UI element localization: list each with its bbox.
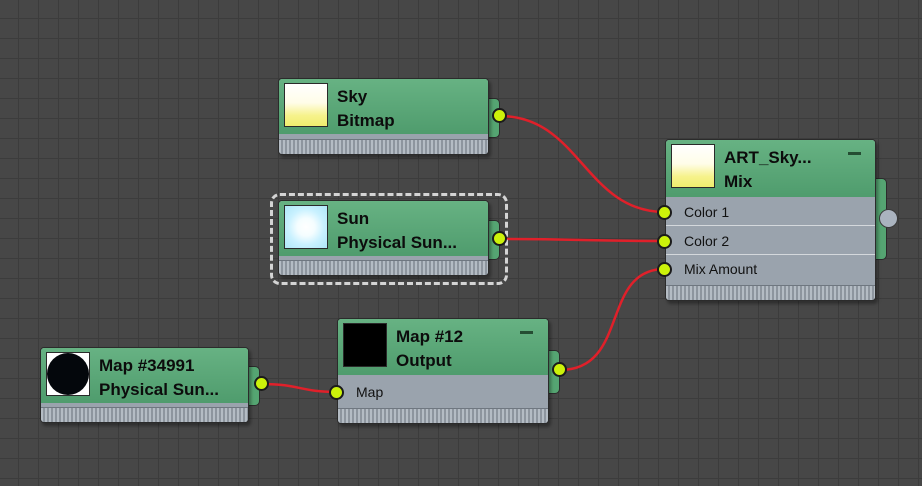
input-label-map: Map: [356, 384, 384, 400]
wire-sun-to-color2: [499, 237, 666, 243]
map12-thumbnail: [343, 323, 387, 367]
map12-node-name: Map #12: [396, 327, 464, 346]
map12-node-type: Output: [396, 351, 452, 370]
map34991-thumbnail: [46, 352, 90, 396]
sky-node-footer: [279, 139, 488, 154]
node-art-sky-mix[interactable]: ART_Sky... Mix Color 1 Color 2 Mix Amoun…: [665, 139, 876, 301]
sky-node-type: Bitmap: [337, 111, 395, 130]
sky-node-name: Sky: [337, 87, 368, 106]
map12-output-port[interactable]: [552, 362, 567, 377]
art-sky-node-name: ART_Sky...: [724, 148, 812, 167]
input-row-mix-amount: Mix Amount: [666, 256, 875, 282]
input-row-color2: Color 2: [666, 228, 875, 255]
input-row-color1: Color 1: [666, 199, 875, 226]
sun-output-port[interactable]: [492, 231, 507, 246]
map34991-output-port[interactable]: [254, 376, 269, 391]
color1-input-port[interactable]: [657, 205, 672, 220]
node-map34991-physical[interactable]: Map #34991 Physical Sun...: [40, 347, 249, 423]
node-map12-output[interactable]: Map #12 Output Map: [337, 318, 549, 424]
map-input-port[interactable]: [329, 385, 344, 400]
art-sky-node-footer: [666, 285, 875, 300]
input-label-color2: Color 2: [684, 233, 730, 249]
minus-icon[interactable]: [848, 152, 861, 155]
input-label-color1: Color 1: [684, 204, 730, 220]
sun-thumbnail: [284, 205, 328, 249]
node-sky-bitmap[interactable]: Sky Bitmap: [278, 78, 489, 155]
map34991-node-name: Map #34991: [99, 356, 195, 375]
input-row-map: Map: [338, 379, 548, 405]
art-sky-thumbnail: [671, 144, 715, 188]
art-sky-output-port[interactable]: [879, 209, 898, 228]
map12-node-footer: [338, 408, 548, 423]
sky-output-port[interactable]: [492, 108, 507, 123]
sun-node-type: Physical Sun...: [337, 233, 457, 252]
wire-map12-to-mixamount: [559, 267, 666, 372]
wire-sky-to-color1: [499, 114, 666, 214]
sky-thumbnail: [284, 83, 328, 127]
sun-node-name: Sun: [337, 209, 370, 228]
map34991-node-footer: [41, 407, 248, 422]
minus-icon[interactable]: [520, 331, 533, 334]
node-sun-physical[interactable]: Sun Physical Sun...: [278, 200, 489, 276]
wire-map34991-to-map: [261, 382, 338, 394]
color2-input-port[interactable]: [657, 234, 672, 249]
art-sky-node-type: Mix: [724, 172, 753, 191]
input-label-mix-amount: Mix Amount: [684, 261, 758, 277]
sun-node-footer: [279, 260, 488, 275]
mix-amount-input-port[interactable]: [657, 262, 672, 277]
map34991-node-type: Physical Sun...: [99, 380, 219, 399]
